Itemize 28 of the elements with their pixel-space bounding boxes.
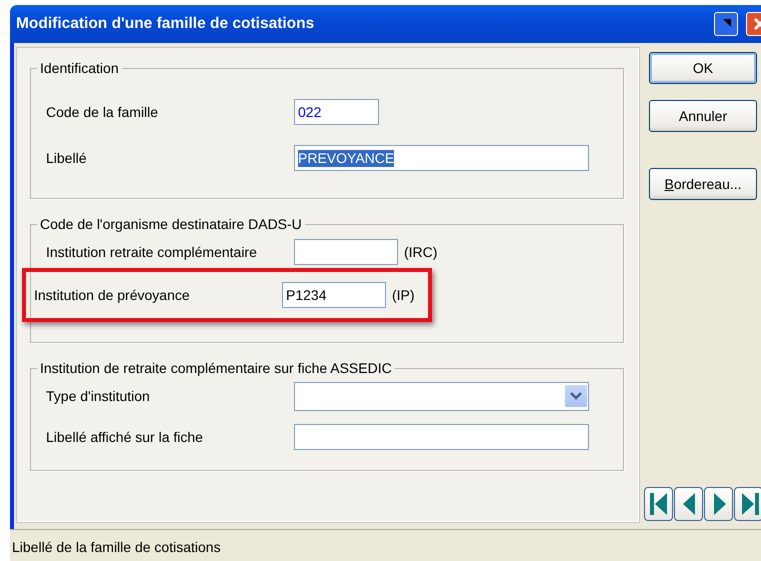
dialog-button[interactable]: Annuler [649,100,757,132]
dropdown-field[interactable] [294,382,589,410]
input-field[interactable]: PREVOYANCE [294,145,589,171]
status-text: Libellé de la famille de cotisations [12,538,221,557]
field-suffix: (IP) [392,286,415,305]
input-field[interactable]: 022 [294,99,379,125]
group-legend: Code de l'organisme destinataire DADS-U [37,216,305,233]
input-field[interactable]: P1234 [282,282,386,308]
field-suffix: (IRC) [404,242,438,262]
dialog-button[interactable]: Bordereau... [649,168,757,200]
input-field[interactable] [294,239,398,265]
next-record-button[interactable] [704,487,733,521]
field-label: Institution retraite complémentaire [46,242,258,262]
group-legend: Institution de retraite complémentaire sur fiche ASSEDIC [37,360,395,377]
field-label: Institution de prévoyance [34,286,191,305]
dialog-button[interactable]: OK [649,52,757,84]
field-label: Libellé affiché sur la fiche [46,428,204,446]
field-label: Type d'institution [46,386,151,406]
first-record-button[interactable] [644,487,673,521]
previous-record-button[interactable] [674,487,703,521]
field-label: Code de la famille [46,102,160,122]
corner-icon [721,19,731,29]
last-record-button[interactable] [734,487,761,521]
field-label: Libellé [46,148,88,168]
input-field[interactable] [294,424,589,450]
close-icon [753,17,761,31]
window-title: Modification d'une famille de cotisations [16,14,316,34]
help-button[interactable] [714,12,738,36]
